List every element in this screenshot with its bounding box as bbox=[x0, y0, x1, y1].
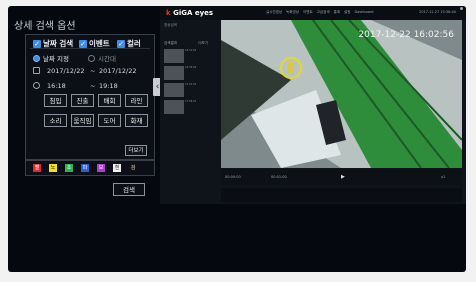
menu-item[interactable]: Dashboard bbox=[354, 10, 373, 15]
thumbnail-image bbox=[164, 49, 184, 63]
color-red-swatch[interactable]: 빨 bbox=[33, 164, 41, 172]
checkbox-checked-icon: ✓ bbox=[117, 39, 125, 48]
menu-item[interactable]: 실시간영상 bbox=[266, 10, 282, 15]
date-from-field[interactable]: 2017/12/22 bbox=[47, 67, 84, 75]
calendar-icon bbox=[33, 67, 40, 74]
clock-icon bbox=[33, 82, 40, 89]
time-start: 00:00:00 bbox=[225, 175, 241, 179]
tag-fire-button[interactable]: 화재 bbox=[125, 114, 148, 127]
giga-eyes-app: k GiGA eyes 실시간영상 녹화영상 이벤트 고급검색 통계 설정 Da… bbox=[160, 6, 466, 204]
clock-readout: 2017.12.27 15:36:40 bbox=[419, 10, 456, 14]
menu-item[interactable]: 고급검색 bbox=[317, 10, 330, 15]
main-menu: 실시간영상 녹화영상 이벤트 고급검색 통계 설정 Dashboard bbox=[266, 10, 373, 15]
video-timestamp: 2017-12-22 16:02:56 bbox=[358, 30, 454, 40]
playback-controls: 00:00:00 00:01:00 ▶ x1 bbox=[221, 169, 462, 185]
result-thumbnail[interactable]: 16:35:04 bbox=[164, 66, 208, 80]
tag-entry-button[interactable]: 진출 bbox=[71, 94, 94, 107]
date-to-field[interactable]: 2017/12/22 bbox=[99, 67, 136, 75]
time-end: 00:01:00 bbox=[271, 175, 287, 179]
tag-door-button[interactable]: 도어 bbox=[98, 114, 121, 127]
color-black-swatch[interactable]: 검 bbox=[129, 164, 137, 172]
color-yellow-swatch[interactable]: 노 bbox=[49, 164, 57, 172]
sidebar-header: 검색결과 더보기 bbox=[164, 41, 208, 45]
color-blue-swatch[interactable]: 파 bbox=[81, 164, 89, 172]
radio-label: 날짜 지정 bbox=[43, 55, 69, 63]
time-separator: ~ bbox=[90, 82, 96, 90]
time-to-field[interactable]: 19:18 bbox=[99, 82, 118, 90]
date-separator: ~ bbox=[90, 67, 96, 75]
divider bbox=[30, 48, 150, 49]
search-button[interactable]: 검색 bbox=[113, 183, 145, 196]
color-green-swatch[interactable]: 초 bbox=[65, 164, 73, 172]
radio-label: 시간대 bbox=[98, 55, 116, 63]
thumbnail-image bbox=[164, 83, 184, 97]
menu-item[interactable]: 이벤트 bbox=[303, 10, 313, 15]
thumbnail-image bbox=[164, 100, 184, 114]
checkbox-checked-icon: ✓ bbox=[33, 39, 41, 48]
result-thumbnail[interactable]: 17:01:22 bbox=[164, 83, 208, 97]
menu-item[interactable]: 설정 bbox=[344, 10, 350, 15]
result-sidebar: 영상검색 검색결과 더보기 16:31:02 16:35:04 17:01:22… bbox=[164, 23, 208, 199]
tag-intrusion-button[interactable]: 침입 bbox=[44, 94, 67, 107]
color-purple-swatch[interactable]: 보 bbox=[97, 164, 105, 172]
top-bar: k GiGA eyes 실시간영상 녹화영상 이벤트 고급검색 통계 설정 Da… bbox=[160, 6, 466, 20]
result-thumbnail[interactable]: 17:58:47 bbox=[164, 100, 208, 114]
menu-item[interactable]: 통계 bbox=[334, 10, 340, 15]
tag-loitering-button[interactable]: 배회 bbox=[98, 94, 121, 107]
cctv-frame-image bbox=[221, 20, 462, 168]
page-title: 상세 검색 옵션 bbox=[14, 21, 76, 32]
screenshot-frame: 상세 검색 옵션 ✓ 날짜 검색 ✓ 이벤트 ✓ 컬러 날짜 지정 시간대 20… bbox=[8, 6, 466, 272]
tag-line-button[interactable]: 라인 bbox=[125, 94, 148, 107]
tag-motion-button[interactable]: 움직임 bbox=[71, 114, 94, 127]
radio-selected-icon bbox=[33, 54, 40, 62]
color-white-swatch[interactable]: 흰 bbox=[113, 164, 121, 172]
checkbox-checked-icon: ✓ bbox=[79, 39, 87, 48]
time-from-field[interactable]: 16:18 bbox=[47, 82, 66, 90]
search-options-panel: ✓ 날짜 검색 ✓ 이벤트 ✓ 컬러 날짜 지정 시간대 2017/12/22 … bbox=[25, 34, 155, 160]
timeline-bar[interactable] bbox=[221, 188, 462, 202]
more-button[interactable]: 더보기 bbox=[125, 145, 147, 156]
settings-dot-icon[interactable] bbox=[460, 7, 463, 10]
menu-item[interactable]: 녹화영상 bbox=[286, 10, 299, 15]
giga-eyes-logo: k GiGA eyes bbox=[166, 9, 214, 17]
radio-date-range[interactable]: 날짜 지정 bbox=[33, 53, 69, 63]
play-button[interactable]: ▶ bbox=[341, 174, 345, 180]
result-thumbnail[interactable]: 16:31:02 bbox=[164, 49, 208, 63]
color-filter-row: 빨 노 초 파 보 흰 검 bbox=[25, 160, 155, 176]
radio-time-slot[interactable]: 시간대 bbox=[88, 53, 116, 63]
thumbnail-image bbox=[164, 66, 184, 80]
speed-select[interactable]: x1 bbox=[441, 175, 445, 179]
video-player[interactable]: 2017-12-22 16:02:56 bbox=[221, 20, 462, 168]
sidebar-title: 영상검색 bbox=[164, 23, 177, 27]
tag-sound-button[interactable]: 소리 bbox=[44, 114, 67, 127]
radio-unselected-icon bbox=[88, 54, 95, 62]
